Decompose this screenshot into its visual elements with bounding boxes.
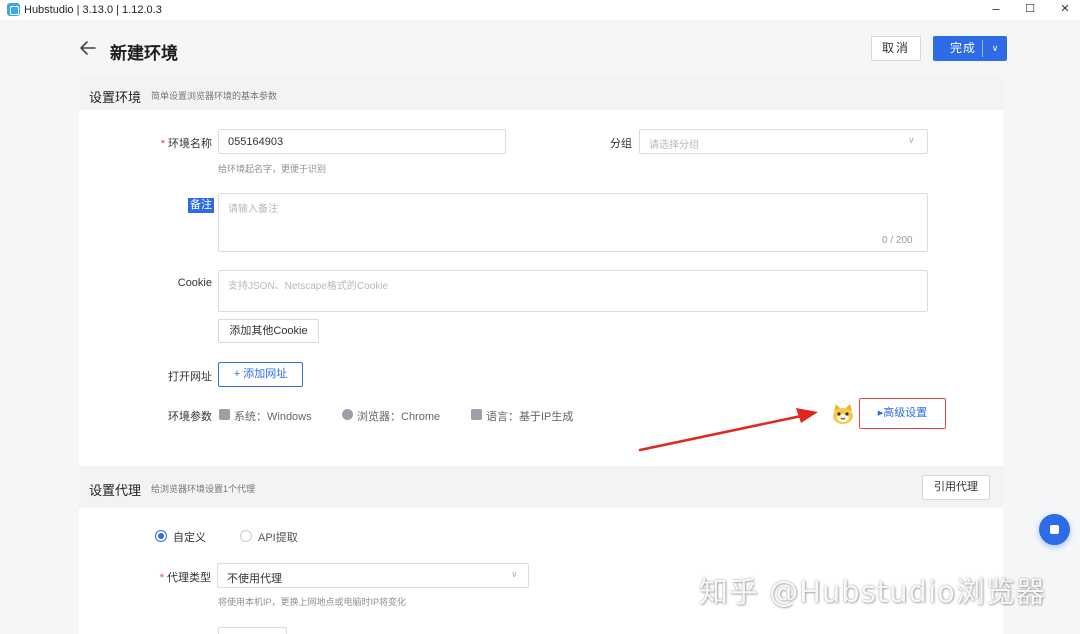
remark-textarea[interactable]: 请输入备注 0 / 200 [218, 193, 928, 252]
maximize-button[interactable]: ☐ [1018, 2, 1042, 18]
add-cookie-button[interactable]: 添加其他Cookie [218, 319, 319, 343]
group-label: 分组 [610, 138, 632, 150]
app-logo-icon [7, 3, 20, 16]
browser-icon [342, 409, 353, 420]
form-panel [79, 76, 1003, 634]
add-url-button[interactable]: + 添加网址 [218, 362, 303, 387]
radio-custom[interactable] [155, 530, 167, 542]
proxy-type-hint: 将使用本机IP，更换上网地点或电脑时IP将变化 [218, 597, 407, 607]
env-name-input[interactable]: 055164903 [218, 129, 506, 154]
chevron-down-icon: ∨ [511, 569, 518, 579]
proxy-section-title: 设置代理 [89, 483, 142, 498]
radio-api[interactable] [240, 530, 252, 542]
proxy-section-subtitle: 给浏览器环境设置1个代理 [151, 484, 256, 494]
arrow-left-icon[interactable] [78, 38, 98, 58]
advanced-settings-button[interactable]: ▸高级设置 [859, 398, 946, 429]
close-window-button[interactable]: ✕ [1053, 2, 1077, 18]
language-icon [471, 409, 482, 420]
env-section-subtitle: 简单设置浏览器环境的基本参数 [151, 91, 278, 101]
annotation-arrow-icon [638, 408, 818, 452]
cookie-placeholder: 支持JSON、Netscape格式的Cookie [228, 281, 389, 292]
windows-icon [219, 409, 230, 420]
proxy-extra-field[interactable] [218, 627, 287, 634]
env-params-label: 环境参数 [168, 411, 212, 423]
done-button[interactable]: 完成 ∨ [933, 36, 1007, 61]
remark-char-counter: 0 / 200 [882, 235, 913, 246]
cookie-textarea[interactable]: 支持JSON、Netscape格式的Cookie [218, 270, 928, 312]
remark-label: 备注 [188, 198, 214, 213]
proxy-type-select[interactable]: 不使用代理 ∨ [217, 563, 529, 588]
done-button-label: 完成 [949, 41, 976, 55]
window-title: Hubstudio | 3.13.0 | 1.12.0.3 [24, 4, 162, 16]
radio-custom-label: 自定义 [173, 532, 206, 544]
group-select[interactable]: 请选择分组 ∨ [639, 129, 928, 154]
floating-help-button[interactable] [1039, 514, 1070, 545]
env-section-title: 设置环境 [89, 90, 142, 105]
env-name-hint: 给环境起名字，更便于识别 [218, 164, 327, 174]
env-name-value: 055164903 [228, 136, 284, 148]
browser-param: 浏览器：Chrome [357, 411, 441, 423]
proxy-type-value: 不使用代理 [227, 573, 282, 585]
group-placeholder: 请选择分组 [649, 140, 699, 151]
required-marker: * [159, 572, 164, 584]
cat-mascot-icon [833, 404, 853, 424]
cookie-label: Cookie [177, 277, 212, 289]
quote-proxy-button[interactable]: 引用代理 [922, 475, 990, 500]
env-name-label: * 环境名称 [140, 135, 212, 151]
open-url-label: 打开网址 [168, 371, 212, 383]
radio-api-label: API提取 [258, 532, 298, 544]
chevron-down-icon[interactable]: ∨ [986, 36, 1004, 60]
page-title: 新建环境 [110, 44, 178, 63]
env-name-label-text: 环境名称 [168, 138, 212, 150]
minimize-button[interactable]: – [984, 2, 1008, 18]
title-bar [0, 0, 1080, 20]
remark-placeholder: 请输入备注 [228, 204, 278, 215]
watermark-text: 知乎 @Hubstudio浏览器 [699, 575, 1046, 609]
system-param: 系统：Windows [234, 411, 312, 423]
done-button-divider [982, 40, 983, 57]
cancel-button[interactable]: 取消 [871, 36, 921, 61]
required-marker: * [160, 138, 165, 150]
proxy-type-label-text: 代理类型 [167, 572, 211, 584]
chevron-down-icon: ∨ [908, 135, 915, 145]
language-param: 语言：基于IP生成 [486, 411, 574, 423]
proxy-type-label: * 代理类型 [140, 569, 211, 585]
